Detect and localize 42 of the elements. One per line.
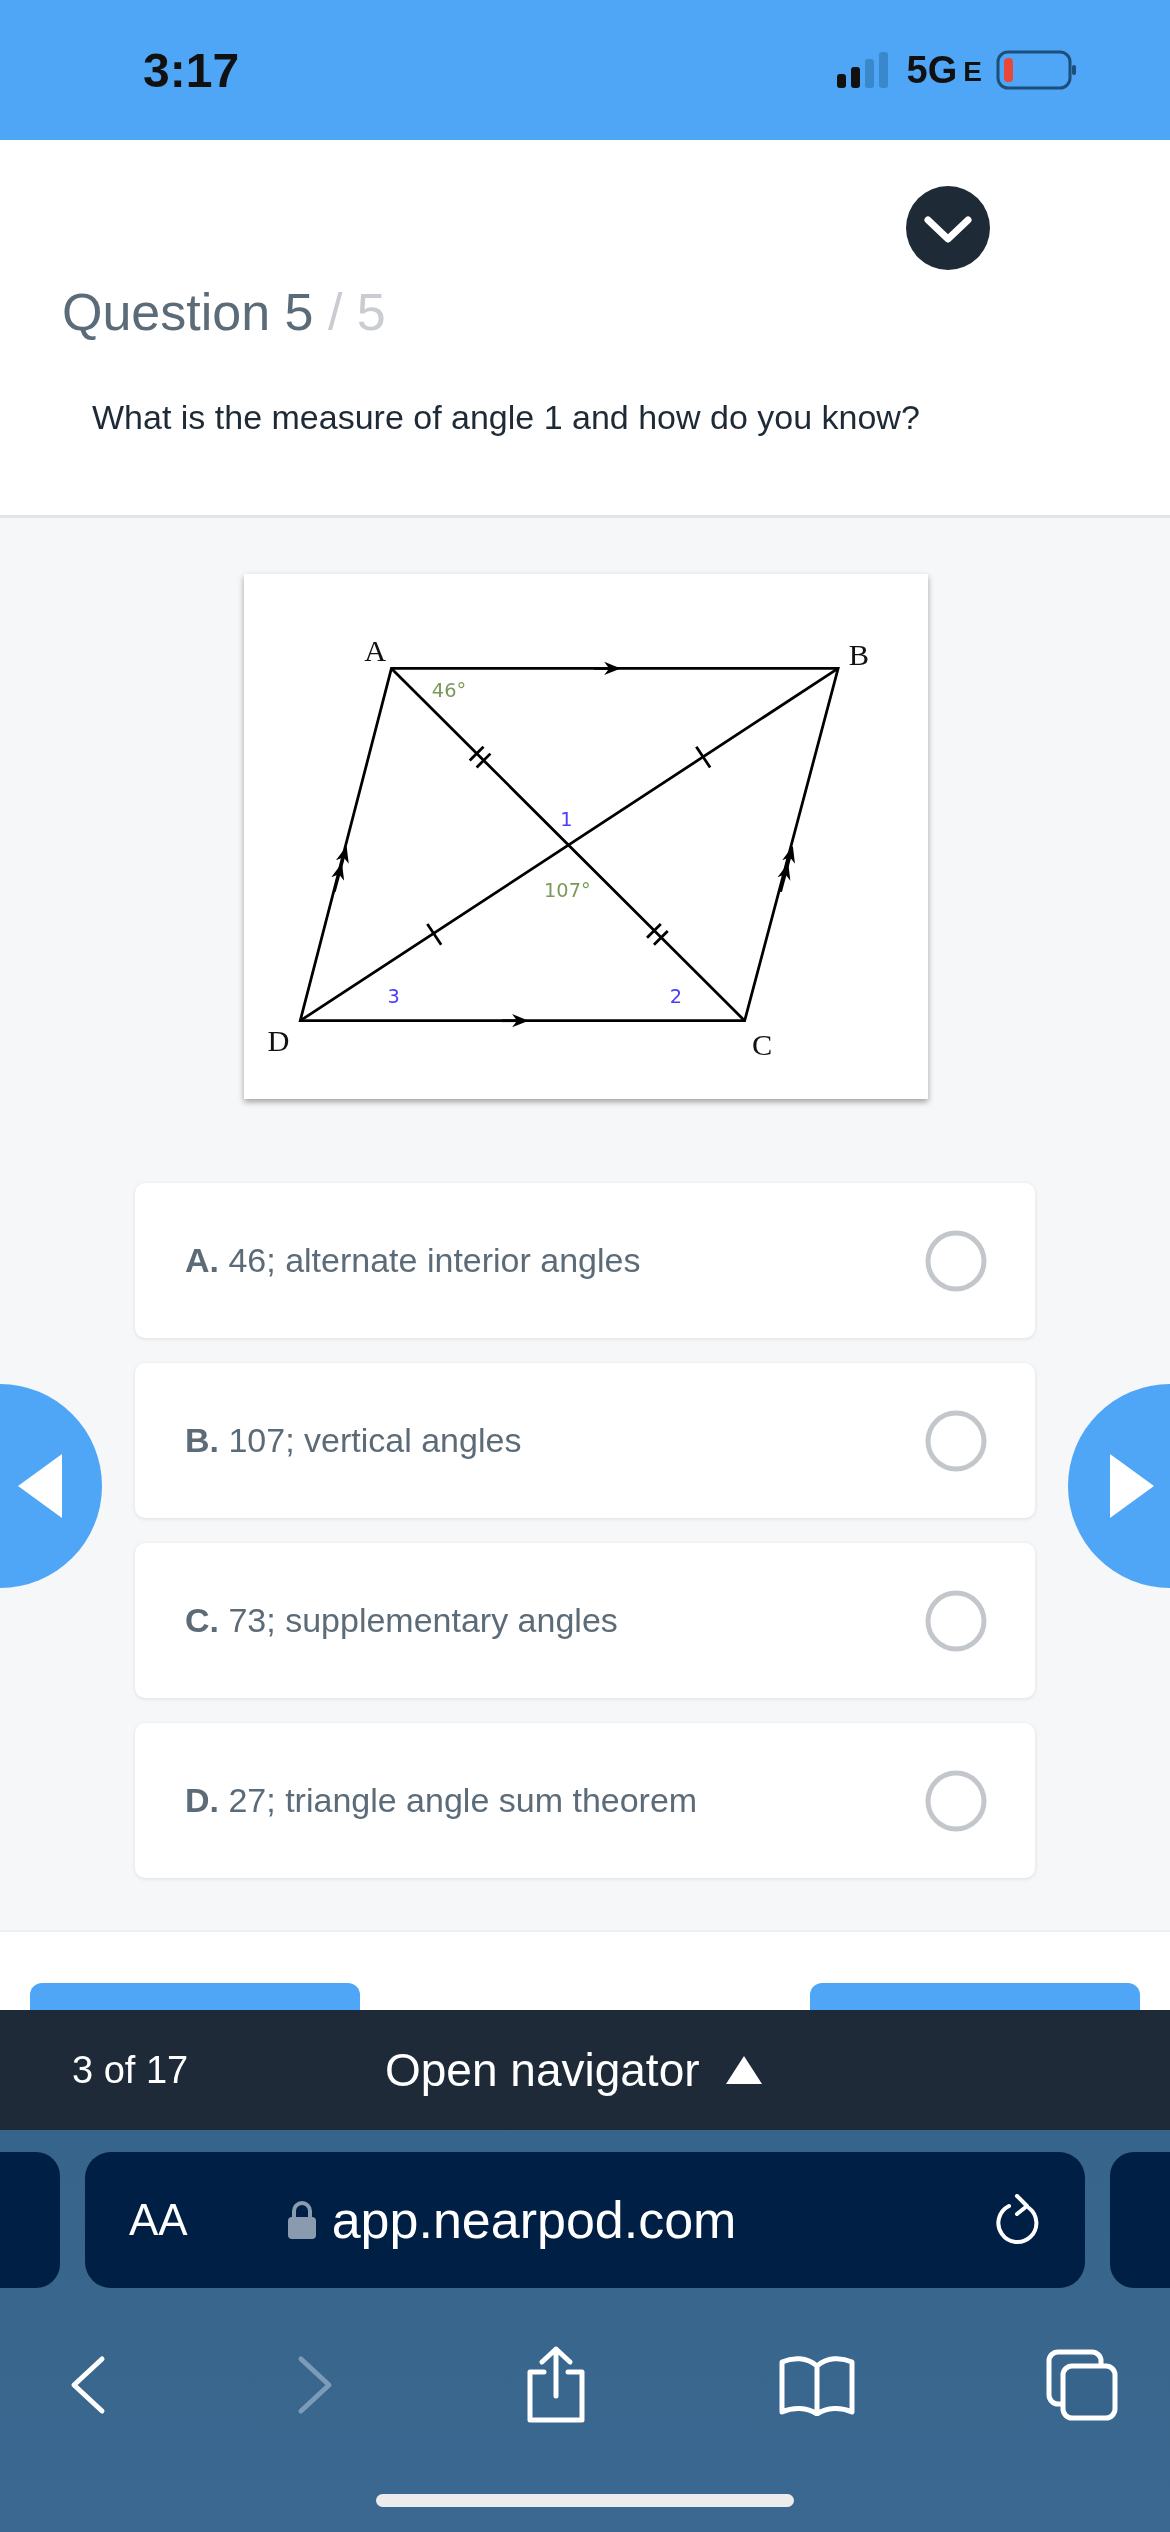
back-icon[interactable]	[70, 2355, 106, 2415]
triangle-up-icon	[725, 2056, 762, 2084]
address-bar[interactable]: AA app.nearpod.com	[85, 2152, 1085, 2288]
answer-text: C. 73; supplementary angles	[185, 1601, 618, 1640]
angle-measure: 107°	[544, 879, 591, 903]
previous-slide-button[interactable]	[0, 1384, 102, 1588]
vertex-label: B	[848, 638, 869, 673]
radio-button[interactable]	[925, 1589, 987, 1652]
status-time: 3:17	[143, 42, 240, 98]
radio-button[interactable]	[925, 1769, 987, 1832]
vertex-label: C	[752, 1028, 773, 1063]
tab-pill[interactable]	[1110, 2152, 1170, 2288]
lock-icon	[287, 2201, 316, 2239]
vertex-label: D	[267, 1023, 290, 1058]
answer-option[interactable]: B. 107; vertical angles	[135, 1363, 1035, 1518]
radio-button[interactable]	[925, 1229, 987, 1292]
question-title: Question 5	[62, 283, 314, 341]
angle-measure: 46°	[431, 678, 467, 702]
bookmarks-icon[interactable]	[779, 2354, 855, 2416]
tabs-icon[interactable]	[1046, 2349, 1118, 2421]
answer-option[interactable]: D. 27; triangle angle sum theorem	[135, 1723, 1035, 1878]
question-text: What is the measure of angle 1 and how do you know?	[92, 398, 921, 437]
next-slide-button[interactable]	[1068, 1384, 1170, 1588]
collapse-chevron-icon[interactable]	[906, 186, 990, 270]
open-navigator-button[interactable]: Open navigator	[385, 2043, 762, 2097]
network-suffix: E	[963, 55, 982, 88]
vertex-label: A	[364, 633, 387, 668]
answer-text: B. 107; vertical angles	[185, 1421, 522, 1460]
radio-button[interactable]	[925, 1409, 987, 1472]
angle-number: 1	[560, 807, 573, 831]
answer-text: D. 27; triangle angle sum theorem	[185, 1781, 698, 1820]
answer-text: A. 46; alternate interior angles	[185, 1241, 641, 1280]
tab-pill[interactable]	[0, 2152, 60, 2288]
text-size-button[interactable]: AA	[129, 2195, 188, 2245]
slide-counter: 3 of 17	[72, 2048, 190, 2092]
answer-option[interactable]: C. 73; supplementary angles	[135, 1543, 1035, 1698]
answer-option[interactable]: A. 46; alternate interior angles	[135, 1183, 1035, 1338]
angle-number: 3	[387, 985, 400, 1009]
network-label: 5G	[906, 48, 958, 92]
angle-number: 2	[669, 985, 683, 1009]
url-text: app.nearpod.com	[331, 2190, 737, 2250]
forward-icon[interactable]	[297, 2355, 333, 2415]
